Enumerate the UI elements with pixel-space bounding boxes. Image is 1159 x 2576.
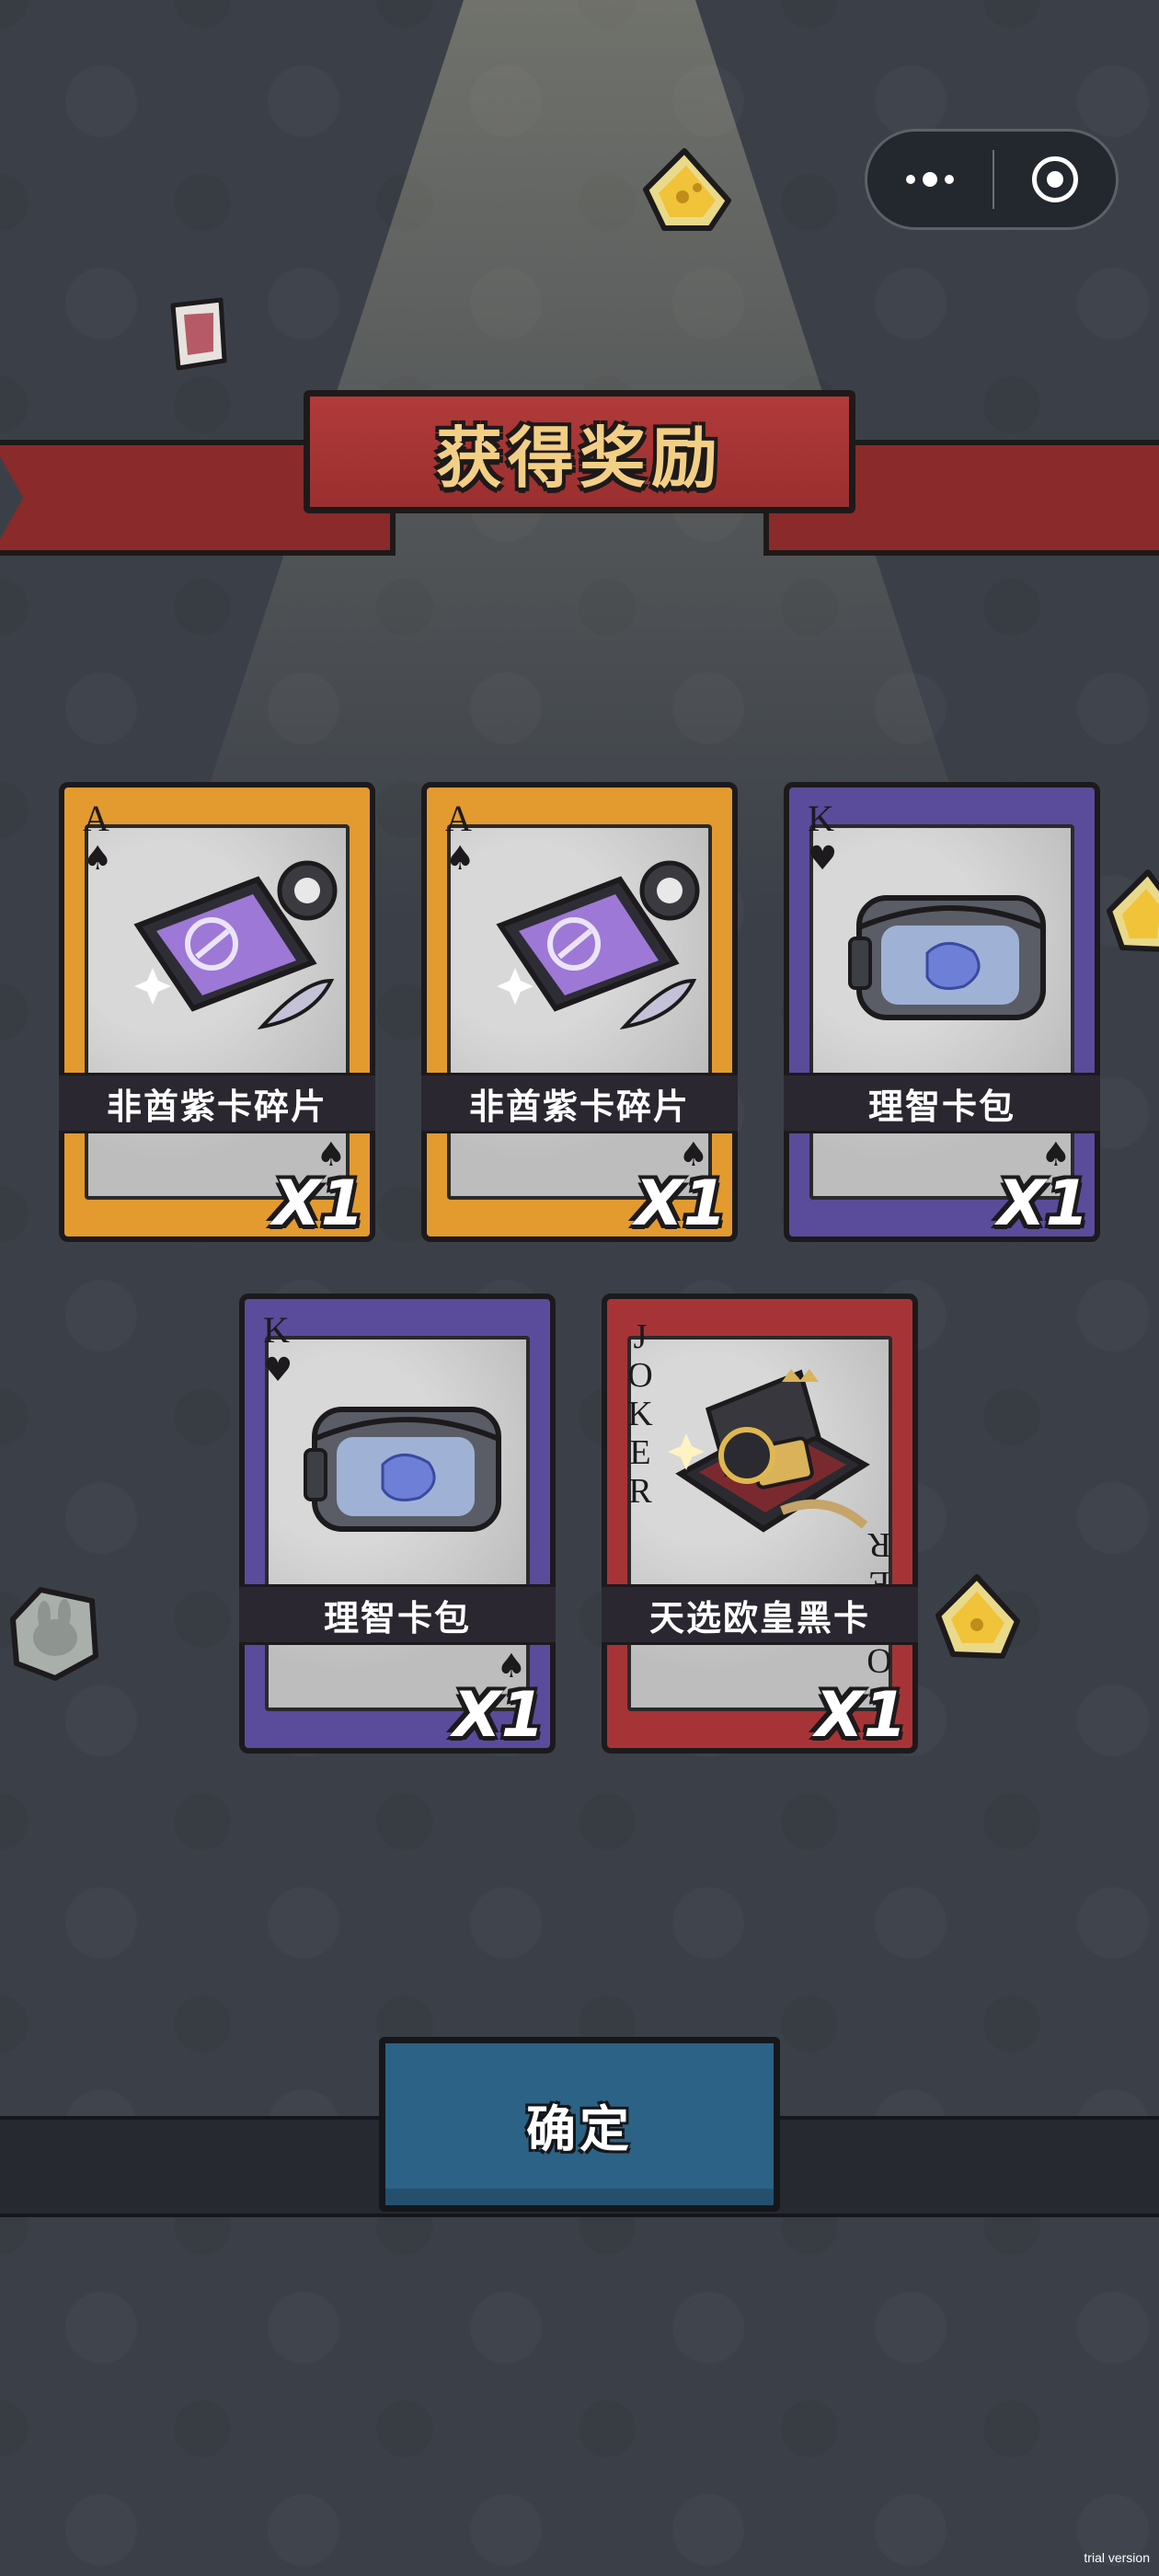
reward-quantity: X1 — [997, 1167, 1089, 1240]
card-rank: A — [445, 798, 472, 839]
reward-name: 理智卡包 — [323, 1597, 471, 1639]
card-pouch-icon — [304, 1407, 501, 1532]
cheese-chip-icon — [935, 1574, 1020, 1659]
confirm-label: 确定 — [526, 2099, 633, 2158]
card-rank: JOKER — [627, 1317, 653, 1511]
reward-name: 天选欧皇黑卡 — [648, 1597, 870, 1639]
watermark: trial version — [1084, 2550, 1150, 2565]
spade-icon: ♠ — [83, 840, 113, 878]
card-pouch-icon — [848, 895, 1046, 1020]
heart-icon: ♥ — [263, 1351, 293, 1389]
reward-quantity: X1 — [453, 1679, 545, 1752]
cheese-chip-icon — [643, 148, 731, 231]
heart-icon: ♥ — [808, 840, 838, 878]
title-banner: 获得奖励 — [304, 390, 855, 513]
card-name-bar: 非酋紫卡碎片 — [421, 1073, 738, 1133]
reward-quantity: X1 — [815, 1679, 907, 1752]
card-name-bar: 天选欧皇黑卡 — [602, 1584, 918, 1645]
reward-name: 理智卡包 — [867, 1086, 1016, 1127]
purple-card-fragment-icon — [133, 860, 338, 1030]
card-rank: A — [83, 798, 109, 839]
card-name-bar: 理智卡包 — [239, 1584, 556, 1645]
rabbit-chip-icon — [10, 1587, 98, 1681]
reward-card[interactable]: K ♥ 理智卡包 ♠ X1 — [239, 1294, 556, 1754]
reward-card[interactable]: K ♥ 理智卡包 ♠ X1 — [784, 782, 1100, 1242]
cheese-chip-icon — [1107, 869, 1159, 952]
page-title: 获得奖励 — [435, 419, 723, 497]
spade-icon: ♠ — [445, 840, 476, 878]
card-name-bar: 理智卡包 — [784, 1073, 1100, 1133]
reward-quantity: X1 — [635, 1167, 727, 1240]
purple-card-fragment-icon — [496, 860, 700, 1030]
confirm-button[interactable]: 确定 — [379, 2037, 780, 2212]
reward-name: 非酋紫卡碎片 — [468, 1086, 690, 1127]
card-rank: K — [263, 1309, 290, 1351]
target-close-icon[interactable] — [994, 156, 1116, 202]
black-card-box-icon — [668, 1369, 870, 1533]
reward-card[interactable]: JOKER JOKER 天选欧皇黑卡 X1 — [602, 1294, 918, 1754]
card-rank: K — [808, 798, 834, 839]
reward-quantity: X1 — [272, 1167, 364, 1240]
reward-name: 非酋紫卡碎片 — [106, 1086, 327, 1127]
mini-program-capsule — [865, 129, 1119, 230]
reward-card[interactable]: A ♠ 非酋紫卡碎片 ♠ X1 — [421, 782, 738, 1242]
card-name-bar: 非酋紫卡碎片 — [59, 1073, 375, 1133]
reward-card[interactable]: A ♠ 非酋紫卡碎片 ♠ X1 — [59, 782, 375, 1242]
reward-screen: 获得奖励 A ♠ 非酋紫卡碎片 ♠ X1 A ♠ 非酋紫卡碎片 ♠ X1 K ♥… — [0, 0, 1159, 2576]
sock-chip-icon — [170, 297, 227, 371]
more-dots-icon[interactable] — [867, 132, 993, 227]
